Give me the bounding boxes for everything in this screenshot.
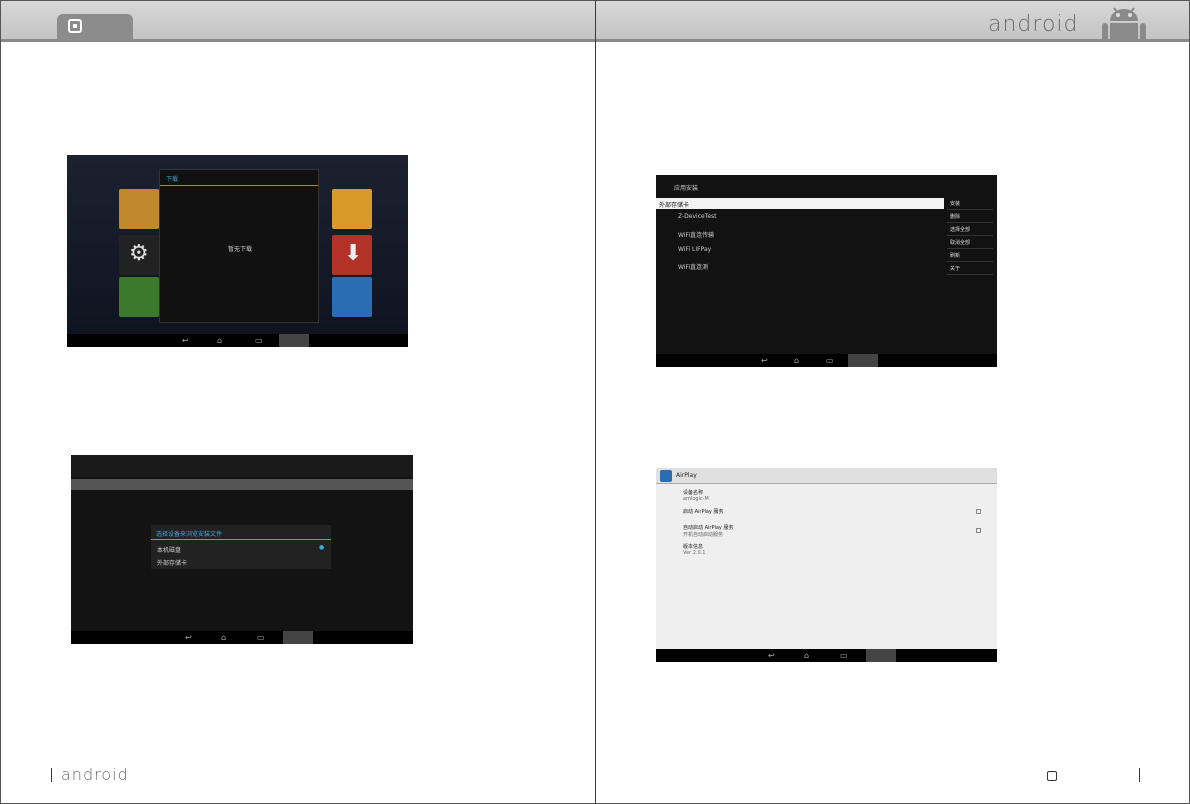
action-bar (71, 455, 413, 477)
home-icon[interactable]: ⌂ (217, 336, 222, 345)
nav-bar: ↩ ⌂ ▭ (656, 354, 997, 367)
footer-line-right (1139, 768, 1140, 782)
recent-icon[interactable]: ▭ (840, 651, 848, 660)
app-title: AirPlay (656, 468, 997, 484)
dialog-title: 选择设备来浏览安装文件 (151, 525, 331, 540)
menu-refresh[interactable]: 刷新 (947, 249, 993, 262)
home-icon[interactable]: ⌂ (794, 356, 799, 365)
menu-delete[interactable]: 删除 (947, 210, 993, 223)
home-icon[interactable]: ⌂ (221, 633, 226, 642)
back-icon[interactable]: ↩ (761, 356, 768, 365)
tile-mail (119, 189, 159, 229)
option-local[interactable]: 本机磁盘 (157, 545, 181, 554)
screenshot-icon[interactable] (279, 334, 309, 347)
footer-logo-icon (1047, 771, 1057, 781)
footer-android-word: android (61, 765, 129, 784)
page-divider (595, 0, 596, 804)
dialog-text: 暂无下载 (228, 246, 253, 253)
menu-about[interactable]: 关于 (947, 262, 993, 275)
menu-select-all[interactable]: 选择全部 (947, 223, 993, 236)
header-android-word: android (988, 12, 1079, 37)
screenshot-icon[interactable] (283, 631, 313, 644)
setting-device-name[interactable]: 设备名称 amlogic-M (683, 489, 709, 502)
device-dialog: 选择设备来浏览安装文件 本机磁盘 外部存储卡 ● (151, 525, 331, 569)
screenshot-icon[interactable] (866, 649, 896, 662)
screenshot-icon[interactable] (848, 354, 878, 367)
recent-icon[interactable]: ▭ (826, 356, 834, 365)
brand-logo-icon (68, 19, 82, 33)
checkbox-airplay[interactable] (976, 509, 981, 514)
menu-install[interactable]: 安装 (947, 197, 993, 210)
menu-unselect-all[interactable]: 取消全部 (947, 236, 993, 249)
nav-bar: ↩ ⌂ ▭ (656, 649, 997, 662)
tile-upgrade (332, 277, 372, 317)
back-icon[interactable]: ↩ (768, 651, 775, 660)
app-title: 应用安装 (674, 185, 699, 192)
tile-files (332, 189, 372, 229)
back-icon[interactable]: ↩ (182, 336, 189, 345)
android-robot-icon (1102, 7, 1146, 41)
screenshot-app-installer: 应用安装 外部存储卡 Z-DeviceTest WiFi直连传输 WiFi LI… (656, 175, 997, 367)
airplay-app-icon (660, 470, 672, 482)
nav-bar: ↩ ⌂ ▭ (67, 334, 408, 347)
file-4[interactable]: WiFi直连测 (678, 262, 708, 271)
radio-selected-icon[interactable]: ● (319, 544, 324, 551)
checkbox-auto-start[interactable] (976, 528, 981, 533)
tile-settings: ⚙ (119, 235, 159, 275)
setting-auto-start[interactable]: 自动启动 AirPlay 服务 开机自动启动服务 (683, 524, 733, 538)
setting-version: 版本信息 Ver 2.0.1 (683, 544, 706, 556)
file-1[interactable]: Z-DeviceTest (678, 213, 717, 220)
tile-download: ⬇ (332, 235, 372, 275)
screenshot-download: ⚙ ⬇ 下载 暂无下载 ↩ ⌂ ▭ (67, 155, 408, 347)
tile-media (119, 277, 159, 317)
screenshot-select-device: 选择设备来浏览安装文件 本机磁盘 外部存储卡 ● ↩ ⌂ ▭ (71, 455, 413, 644)
recent-icon[interactable]: ▭ (257, 633, 265, 642)
back-icon[interactable]: ↩ (185, 633, 192, 642)
recent-icon[interactable]: ▭ (255, 336, 263, 345)
download-dialog: 下载 暂无下载 (159, 169, 319, 323)
home-icon[interactable]: ⌂ (804, 651, 809, 660)
file-3[interactable]: WiFi LIFPay (678, 246, 711, 253)
option-external[interactable]: 外部存储卡 (157, 558, 187, 567)
path-bar (71, 479, 413, 490)
nav-bar: ↩ ⌂ ▭ (71, 631, 413, 644)
setting-airplay-service[interactable]: 启动 AirPlay 服务 (683, 508, 723, 515)
footer-line-left (51, 768, 52, 782)
dialog-title: 下载 (160, 170, 318, 186)
path-bar: 外部存储卡 (656, 198, 944, 209)
file-2[interactable]: WiFi直连传输 (678, 230, 714, 239)
